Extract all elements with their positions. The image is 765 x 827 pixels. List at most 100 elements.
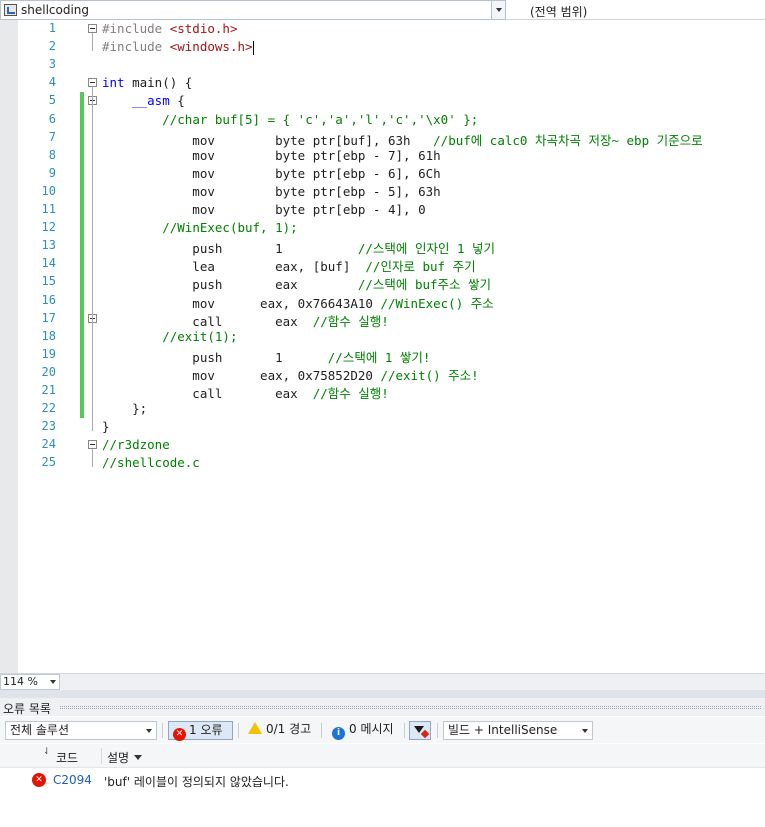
toolbar-separator <box>321 723 322 738</box>
line-number: 19 <box>41 346 56 361</box>
code-line[interactable]: 3 <box>18 56 765 74</box>
code-line[interactable]: 8 mov byte ptr[ebp - 7], 61h <box>18 147 765 165</box>
line-number: 7 <box>48 129 56 144</box>
code-line[interactable]: 14 lea eax, [buf] //인자로 buf 주기 <box>18 255 765 274</box>
chevron-down-icon[interactable] <box>491 1 505 19</box>
line-number: 6 <box>48 111 56 126</box>
code-text: //r3dzone <box>102 437 170 453</box>
code-text: __asm { <box>132 93 185 109</box>
code-line[interactable]: 19 push 1 //스택에 1 쌓기! <box>18 346 765 365</box>
line-number: 12 <box>41 220 56 235</box>
build-filter-value: 빌드 + IntelliSense <box>448 723 558 737</box>
line-number: 17 <box>41 310 56 325</box>
code-line[interactable]: 23} <box>18 418 765 436</box>
code-editor[interactable]: 1 #include <stdio.h> 2 #include <windows.h>… <box>0 20 765 673</box>
chevron-down-icon[interactable] <box>134 755 143 760</box>
code-area[interactable]: 1 #include <stdio.h> 2 #include <windows.h>… <box>18 20 765 673</box>
line-number: 16 <box>41 292 56 307</box>
code-line[interactable]: 2 #include <windows.h> <box>18 38 765 56</box>
fold-guide <box>92 33 93 52</box>
messages-filter-button[interactable]: i 0 메시지 <box>328 721 400 740</box>
column-header-code[interactable]: 코드 <box>56 749 78 766</box>
errors-label: 1 오류 <box>189 723 223 737</box>
warnings-filter-button[interactable]: 0/1 경고 <box>244 721 316 740</box>
messages-label: 0 메시지 <box>349 722 394 736</box>
code-line[interactable]: 10 mov byte ptr[ebp - 5], 63h <box>18 183 765 201</box>
toolbar-separator <box>404 723 405 738</box>
zoom-dropdown[interactable]: 114 % <box>0 674 60 690</box>
warning-icon <box>248 722 262 734</box>
code-line[interactable]: 15 push eax //스택에 buf주소 쌓기 <box>18 273 765 292</box>
drag-grip <box>60 706 761 709</box>
collapse-icon[interactable] <box>88 78 97 88</box>
indicator-margin <box>0 20 18 673</box>
chevron-down-icon <box>146 729 152 733</box>
code-line[interactable]: 5 __asm { <box>18 92 765 110</box>
code-line[interactable]: 24 //r3dzone <box>18 436 765 454</box>
code-line[interactable]: 7 mov byte ptr[buf], 63h //buf에 calc0 차곡… <box>18 129 765 148</box>
column-divider[interactable] <box>101 748 102 764</box>
code-text: #include <windows.h> <box>102 39 254 55</box>
code-line[interactable]: 21 call eax //함수 실행! <box>18 382 765 401</box>
code-line[interactable]: 1 #include <stdio.h> <box>18 20 765 38</box>
code-line[interactable]: 25 //shellcode.c <box>18 454 765 472</box>
project-dropdown[interactable]: shellcoding <box>0 0 506 20</box>
panel-splitter[interactable] <box>0 690 765 698</box>
line-number: 13 <box>41 238 56 253</box>
line-number: 11 <box>41 202 56 216</box>
collapse-icon[interactable] <box>88 24 97 33</box>
scope-dropdown[interactable]: (전역 범위) <box>530 3 587 20</box>
line-number: 18 <box>41 328 56 343</box>
error-list-toolbar: 전체 솔루션 ✕ 1 오류 0/1 경고 i 0 메시지 빌드 + IntelliS… <box>0 717 765 743</box>
toolbar-separator <box>162 723 163 738</box>
code-text: //shellcode.c <box>102 455 200 471</box>
code-line[interactable]: 16 mov eax, 0x76643A10 //WinExec() 주소 <box>18 292 765 311</box>
line-number: 21 <box>41 383 56 397</box>
toolbar-separator <box>238 723 239 738</box>
code-line[interactable]: 6 //char buf[5] = { 'c','a','l','c','\x0… <box>18 111 765 129</box>
code-text: //char buf[5] = { 'c','a','l','c','\x0' … <box>162 111 479 127</box>
error-row[interactable]: ✕ C2094 'buf' 레이블이 정의되지 않았습니다. <box>0 769 765 791</box>
warnings-label: 0/1 경고 <box>266 722 312 736</box>
code-line[interactable]: 22 }; <box>18 400 765 418</box>
column-header-description[interactable]: 설명 <box>107 749 143 766</box>
info-icon: i <box>332 727 345 740</box>
zoom-bar: 114 % <box>0 673 765 690</box>
filter-icon[interactable] <box>409 721 431 740</box>
code-line[interactable]: 12 //WinExec(buf, 1); <box>18 219 765 237</box>
line-number: 9 <box>48 165 56 180</box>
code-text: int main() { <box>102 75 193 91</box>
collapse-icon[interactable] <box>88 440 97 450</box>
chevron-down-icon <box>50 680 56 684</box>
code-line[interactable]: 11 mov byte ptr[ebp - 4], 0 <box>18 201 765 219</box>
line-number: 14 <box>41 256 56 271</box>
code-text: mov byte ptr[ebp - 7], 61h <box>102 147 441 163</box>
error-list-panel: 오류 목록 전체 솔루션 ✕ 1 오류 0/1 경고 i 0 메시지 빌드 + In… <box>0 698 765 827</box>
code-line[interactable]: 9 mov byte ptr[ebp - 6], 6Ch <box>18 165 765 183</box>
code-line[interactable]: 13 push 1 //스택에 인자인 1 넣기 <box>18 237 765 256</box>
solution-scope-dropdown[interactable]: 전체 솔루션 <box>5 721 157 740</box>
line-number: 20 <box>41 364 56 379</box>
line-number: 23 <box>41 419 56 434</box>
code-text: }; <box>102 401 148 417</box>
error-list-header: ⇃ 코드 설명 <box>0 744 765 768</box>
error-list-title-bar[interactable]: 오류 목록 <box>0 698 765 716</box>
code-line[interactable]: 18 //exit(1); <box>18 328 765 346</box>
line-number: 5 <box>48 93 56 108</box>
code-text: mov byte ptr[ebp - 4], 0 <box>102 202 426 217</box>
code-text: } <box>102 419 110 435</box>
build-filter-dropdown[interactable]: 빌드 + IntelliSense <box>443 721 593 740</box>
line-number: 22 <box>41 401 56 416</box>
line-number: 2 <box>48 39 56 54</box>
line-number: 1 <box>48 21 56 35</box>
line-number: 25 <box>41 455 56 470</box>
chevron-down-icon <box>582 729 588 733</box>
code-text: mov byte ptr[ebp - 5], 63h <box>102 183 441 199</box>
code-text: //WinExec(buf, 1); <box>162 220 298 236</box>
code-line[interactable]: 4 int main() { <box>18 74 765 92</box>
errors-filter-button[interactable]: ✕ 1 오류 <box>168 721 233 741</box>
sort-icon[interactable]: ⇃ <box>43 747 51 757</box>
code-line[interactable]: 20 mov eax, 0x75852D20 //exit() 주소! <box>18 364 765 383</box>
code-line[interactable]: 17 call eax //함수 실행! <box>18 310 765 329</box>
error-code[interactable]: C2094 <box>53 773 92 787</box>
